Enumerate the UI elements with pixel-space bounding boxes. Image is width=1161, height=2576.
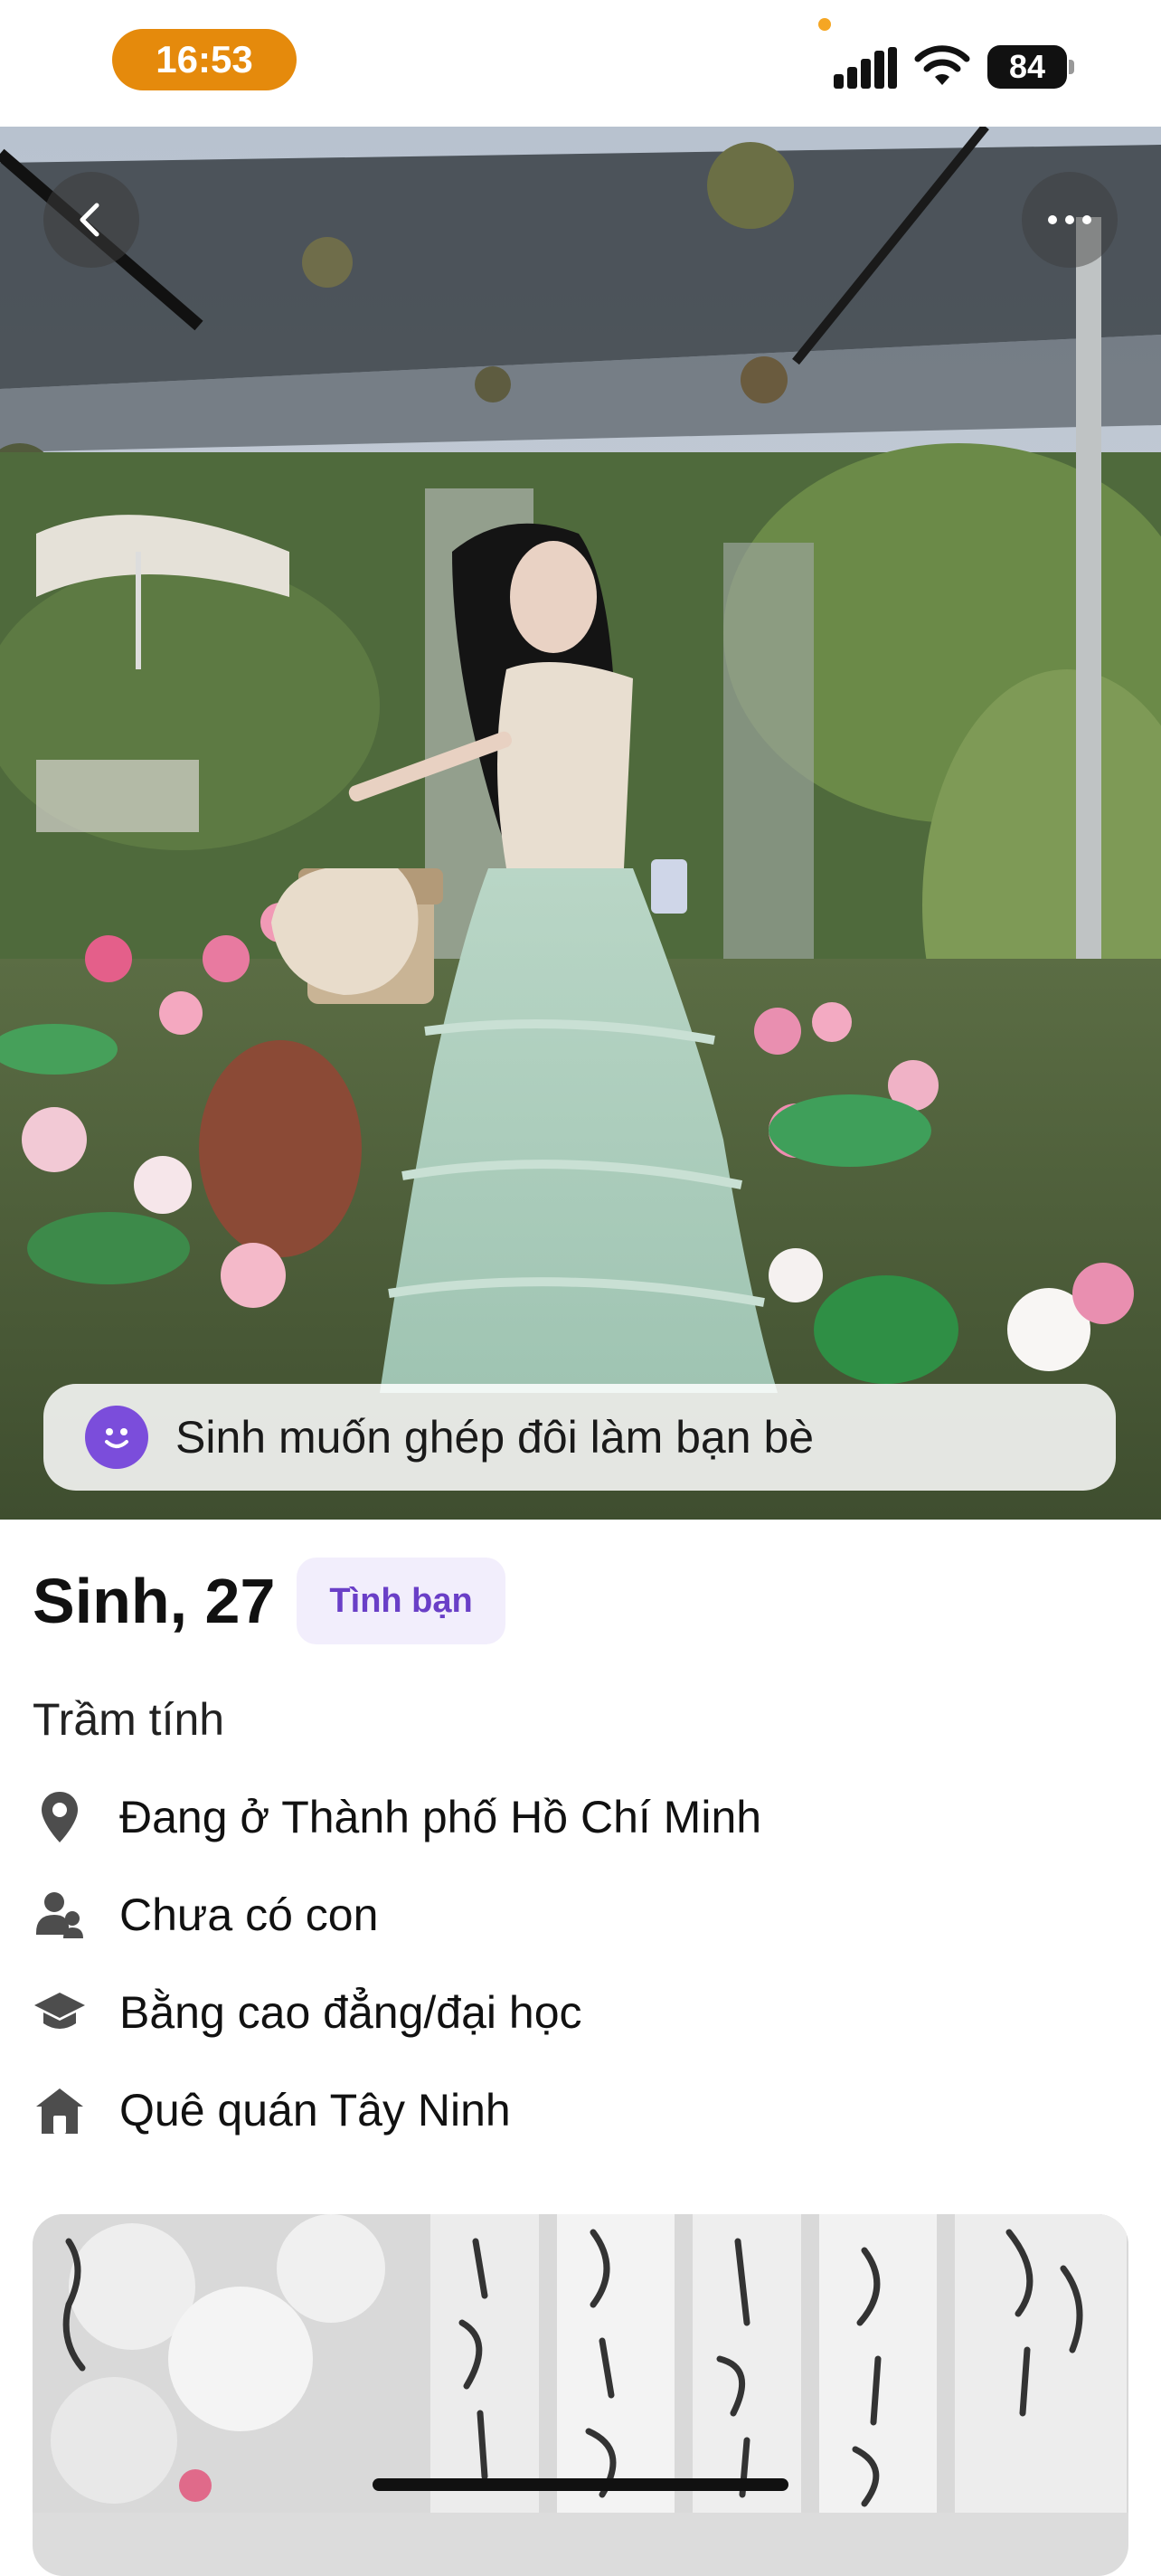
battery-icon: 84 xyxy=(987,45,1074,89)
profile-main-photo[interactable]: Sinh muốn ghép đôi làm bạn bè xyxy=(0,127,1161,1520)
privacy-indicator-dot xyxy=(818,18,831,31)
location-pin-icon xyxy=(33,1790,87,1844)
detail-education: Bằng cao đẳng/đại học xyxy=(33,1981,582,2044)
detail-children: Chưa có con xyxy=(33,1883,378,1946)
signal-icon xyxy=(834,47,897,89)
calligraphy-photo-illustration xyxy=(33,2214,1128,2513)
wifi-icon xyxy=(914,45,970,85)
battery-cap xyxy=(1069,60,1074,74)
detail-children-text: Chưa có con xyxy=(119,1889,379,1940)
status-bar: 16:53 84 xyxy=(0,0,1161,127)
back-button[interactable] xyxy=(43,172,139,268)
people-icon xyxy=(33,1888,87,1942)
relationship-goal-tag: Tình bạn xyxy=(297,1558,505,1644)
chevron-left-icon xyxy=(80,203,99,237)
home-icon xyxy=(33,2083,87,2137)
detail-location: Đang ở Thành phố Hồ Chí Minh xyxy=(33,1785,761,1849)
profile-photo-2[interactable] xyxy=(33,2214,1128,2576)
match-intent-text: Sinh muốn ghép đôi làm bạn bè xyxy=(175,1412,815,1463)
status-time: 16:53 xyxy=(112,29,297,90)
graduation-cap-icon xyxy=(33,1985,87,2040)
detail-hometown-text: Quê quán Tây Ninh xyxy=(119,2085,511,2136)
more-horizontal-icon xyxy=(1048,215,1091,224)
detail-education-text: Bằng cao đẳng/đại học xyxy=(119,1987,582,2038)
profile-header: Sinh, 27 Tình bạn xyxy=(33,1558,505,1644)
profile-bio: Trầm tính xyxy=(33,1694,225,1745)
smile-icon xyxy=(85,1406,148,1469)
garden-photo-illustration xyxy=(0,127,1161,1520)
match-intent-banner: Sinh muốn ghép đôi làm bạn bè xyxy=(43,1384,1116,1491)
profile-name-age: Sinh, 27 xyxy=(33,1566,276,1636)
detail-location-text: Đang ở Thành phố Hồ Chí Minh xyxy=(119,1792,762,1842)
battery-level: 84 xyxy=(987,45,1067,89)
detail-hometown: Quê quán Tây Ninh xyxy=(33,2079,511,2142)
more-options-button[interactable] xyxy=(1022,172,1118,268)
home-indicator[interactable] xyxy=(373,2478,788,2491)
